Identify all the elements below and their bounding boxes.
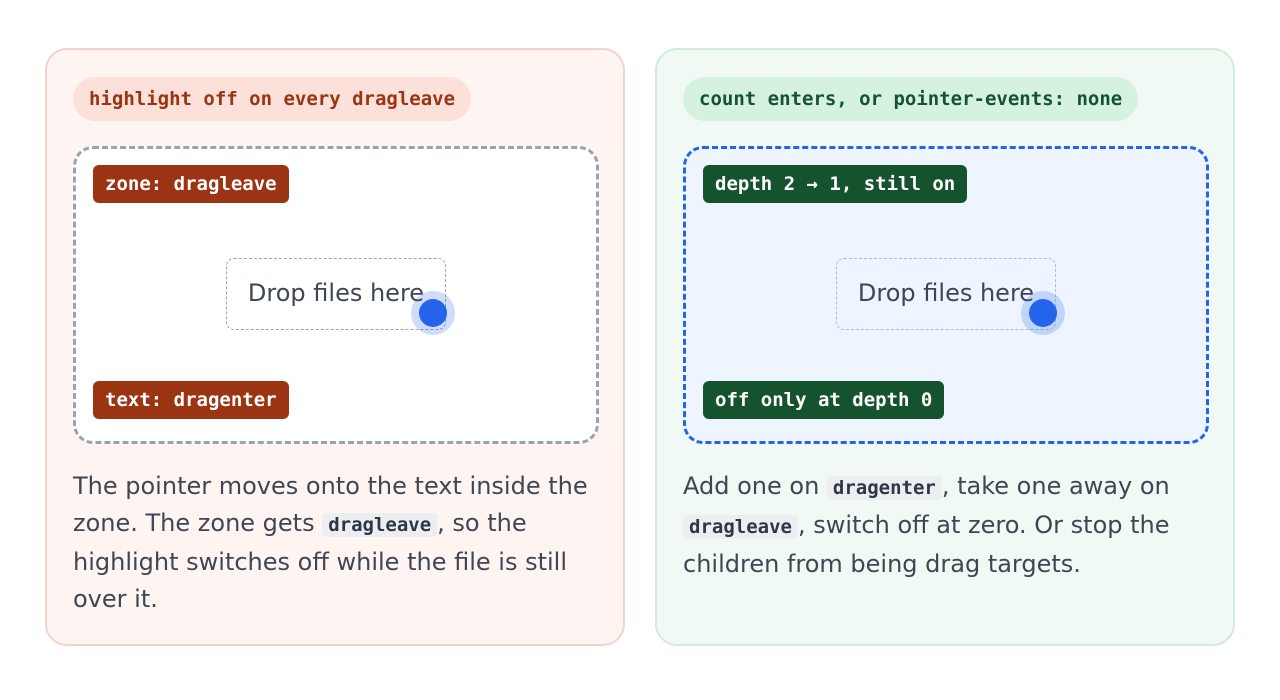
zone-event-tag: zone: dragleave [93,165,289,203]
drop-zone[interactable]: zone: dragleave Drop files here text: dr… [73,146,599,444]
caption-text: , take one away on [941,472,1170,500]
panel-caption: The pointer moves onto the text inside t… [73,468,593,618]
drop-files-text: Drop files here [226,258,446,330]
panel-title-pill: count enters, or pointer-events: none [683,77,1139,121]
panel-caption: Add one on dragenter, take one away on d… [683,468,1203,583]
pointer-cursor-icon [419,299,447,327]
panel-highlight-off: highlight off on every dragleave zone: d… [45,48,625,646]
panel-count-enters: count enters, or pointer-events: none de… [655,48,1235,646]
depth-off-tag: off only at depth 0 [703,381,945,419]
panel-title-pill: highlight off on every dragleave [73,77,472,121]
drop-files-text: Drop files here [836,258,1056,330]
depth-status-tag: depth 2 → 1, still on [703,165,968,203]
caption-code: dragenter [826,476,942,500]
drop-zone-highlighted[interactable]: depth 2 → 1, still on Drop files here of… [683,146,1209,444]
caption-code: dragleave [322,513,438,537]
pointer-cursor-icon [1029,299,1057,327]
caption-code: dragleave [683,515,798,539]
text-event-tag: text: dragenter [93,381,289,419]
caption-text: Add one on [683,472,827,500]
